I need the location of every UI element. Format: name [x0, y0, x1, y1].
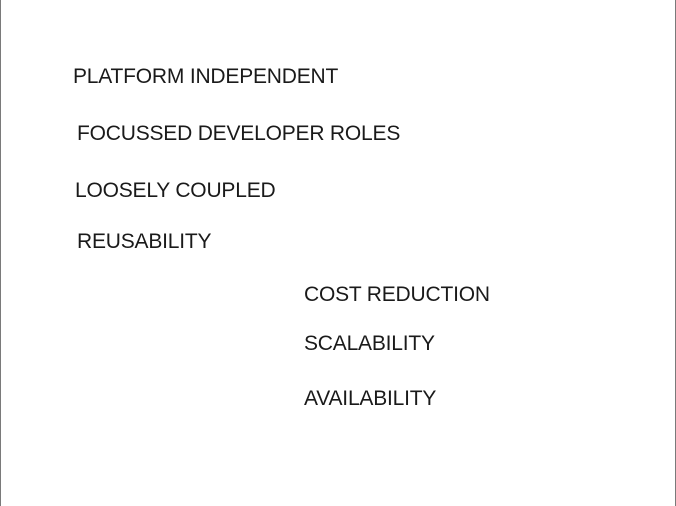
bullet-reusability: REUSABILITY	[77, 230, 212, 253]
bullet-availability: AVAILABILITY	[304, 387, 437, 410]
bullet-scalability: SCALABILITY	[304, 332, 435, 355]
bullet-cost-reduction: COST REDUCTION	[304, 283, 490, 306]
bullet-platform-independent: PLATFORM INDEPENDENT	[73, 65, 339, 88]
bullet-focussed-developer-roles: FOCUSSED DEVELOPER ROLES	[77, 122, 401, 145]
slide: PLATFORM INDEPENDENT FOCUSSED DEVELOPER …	[0, 0, 676, 506]
bullet-loosely-coupled: LOOSELY COUPLED	[75, 179, 276, 202]
